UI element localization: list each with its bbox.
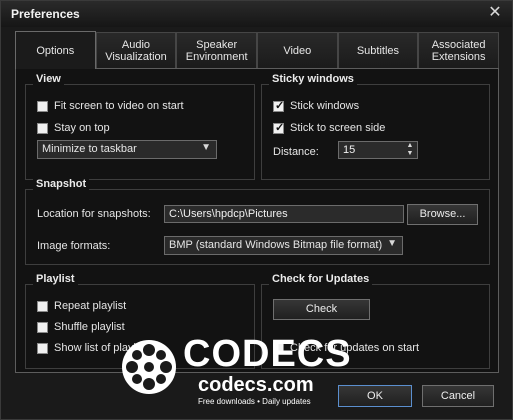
stick-windows-row[interactable]: Stick windows (273, 99, 360, 113)
tab-label: Speaker Environment (185, 39, 248, 63)
preferences-window: Preferences ✕ Options Audio Visualizatio… (0, 0, 513, 420)
shuffle-label: Shuffle playlist (54, 321, 125, 334)
tab-subtitles[interactable]: Subtitles (337, 32, 419, 69)
window-title: Preferences (11, 7, 80, 21)
updates-title: Check for Updates (269, 273, 373, 285)
shuffle-checkbox[interactable] (37, 321, 48, 333)
show-list-checkbox[interactable] (37, 342, 48, 354)
tab-options[interactable]: Options (15, 31, 96, 69)
check-on-start-label: Check for updates on start (290, 342, 420, 355)
minimize-select[interactable]: Minimize to taskbar ▼ (37, 140, 217, 159)
stay-on-top-checkbox[interactable] (37, 122, 48, 134)
repeat-checkbox[interactable] (37, 300, 48, 312)
distance-spinbox[interactable]: 15 ▲ ▼ (338, 141, 418, 159)
stay-on-top-row[interactable]: Stay on top (37, 122, 110, 134)
stick-screen-side-row[interactable]: Stick to screen side (273, 121, 386, 135)
options-panel: View Fit screen to video on start Stay o… (15, 68, 499, 373)
sticky-windows-title: Sticky windows (269, 73, 357, 85)
title-bar: Preferences ✕ (1, 1, 512, 27)
fit-screen-label: Fit screen to video on start (54, 100, 184, 113)
spin-updown-icon[interactable]: ▲ ▼ (405, 142, 415, 158)
dialog-buttons: OK Cancel (1, 381, 512, 420)
view-group-title: View (33, 73, 64, 85)
check-on-start-row[interactable]: Check for updates on start (273, 342, 419, 354)
check-button[interactable]: Check (273, 299, 370, 320)
tab-label: Audio Visualization (105, 39, 167, 63)
tab-label: Associated Extensions (431, 39, 486, 63)
distance-label: Distance: (273, 146, 319, 158)
snapshot-group: Snapshot Location for snapshots: C:\User… (25, 178, 490, 265)
playlist-title: Playlist (33, 273, 78, 285)
playlist-group: Playlist Repeat playlist Shuffle playlis… (25, 273, 255, 369)
close-icon[interactable]: ✕ (486, 4, 504, 22)
chevron-down-icon: ▼ (387, 238, 397, 249)
stick-screen-side-label: Stick to screen side (290, 122, 386, 135)
repeat-row[interactable]: Repeat playlist (37, 300, 126, 312)
fit-screen-checkbox[interactable] (37, 100, 48, 112)
snapshot-location-value: C:\Users\hpdcp\Pictures (169, 208, 288, 220)
browse-button[interactable]: Browse... (407, 204, 478, 225)
image-formats-label: Image formats: (37, 240, 111, 252)
cancel-button[interactable]: Cancel (422, 385, 494, 407)
tabs-row: Options Audio Visualization Speaker Envi… (15, 31, 499, 69)
minimize-select-value: Minimize to taskbar (42, 143, 137, 155)
stick-windows-checkbox[interactable] (273, 99, 284, 112)
distance-value: 15 (343, 144, 356, 156)
ok-button[interactable]: OK (338, 385, 412, 407)
stick-windows-label: Stick windows (290, 100, 360, 113)
tab-associated-extensions[interactable]: Associated Extensions (418, 32, 499, 69)
tab-video[interactable]: Video (256, 32, 338, 69)
updates-group: Check for Updates Check Check for update… (261, 273, 490, 369)
repeat-label: Repeat playlist (54, 300, 127, 313)
image-formats-value: BMP (standard Windows Bitmap file format… (169, 239, 383, 251)
sticky-windows-group: Sticky windows Stick windows Stick to sc… (261, 73, 490, 180)
show-list-label: Show list of playlis (54, 342, 144, 355)
tab-audio-visualization[interactable]: Audio Visualization (95, 32, 177, 69)
stick-screen-side-checkbox[interactable] (273, 121, 284, 134)
view-group: View Fit screen to video on start Stay o… (25, 73, 255, 180)
snapshot-location-input[interactable]: C:\Users\hpdcp\Pictures (164, 205, 404, 223)
tab-label: Options (36, 44, 75, 57)
image-formats-select[interactable]: BMP (standard Windows Bitmap file format… (164, 236, 403, 255)
chevron-down-icon: ▼ (201, 142, 211, 153)
location-label: Location for snapshots: (37, 208, 151, 220)
stay-on-top-label: Stay on top (54, 122, 110, 135)
shuffle-row[interactable]: Shuffle playlist (37, 321, 125, 333)
tab-label: Video (283, 45, 312, 57)
snapshot-title: Snapshot (33, 178, 90, 190)
fit-screen-row[interactable]: Fit screen to video on start (37, 100, 184, 112)
tab-speaker-environment[interactable]: Speaker Environment (176, 32, 257, 69)
tab-label: Subtitles (356, 45, 400, 57)
show-list-row[interactable]: Show list of playlis (37, 342, 144, 354)
check-on-start-checkbox[interactable] (273, 342, 284, 354)
